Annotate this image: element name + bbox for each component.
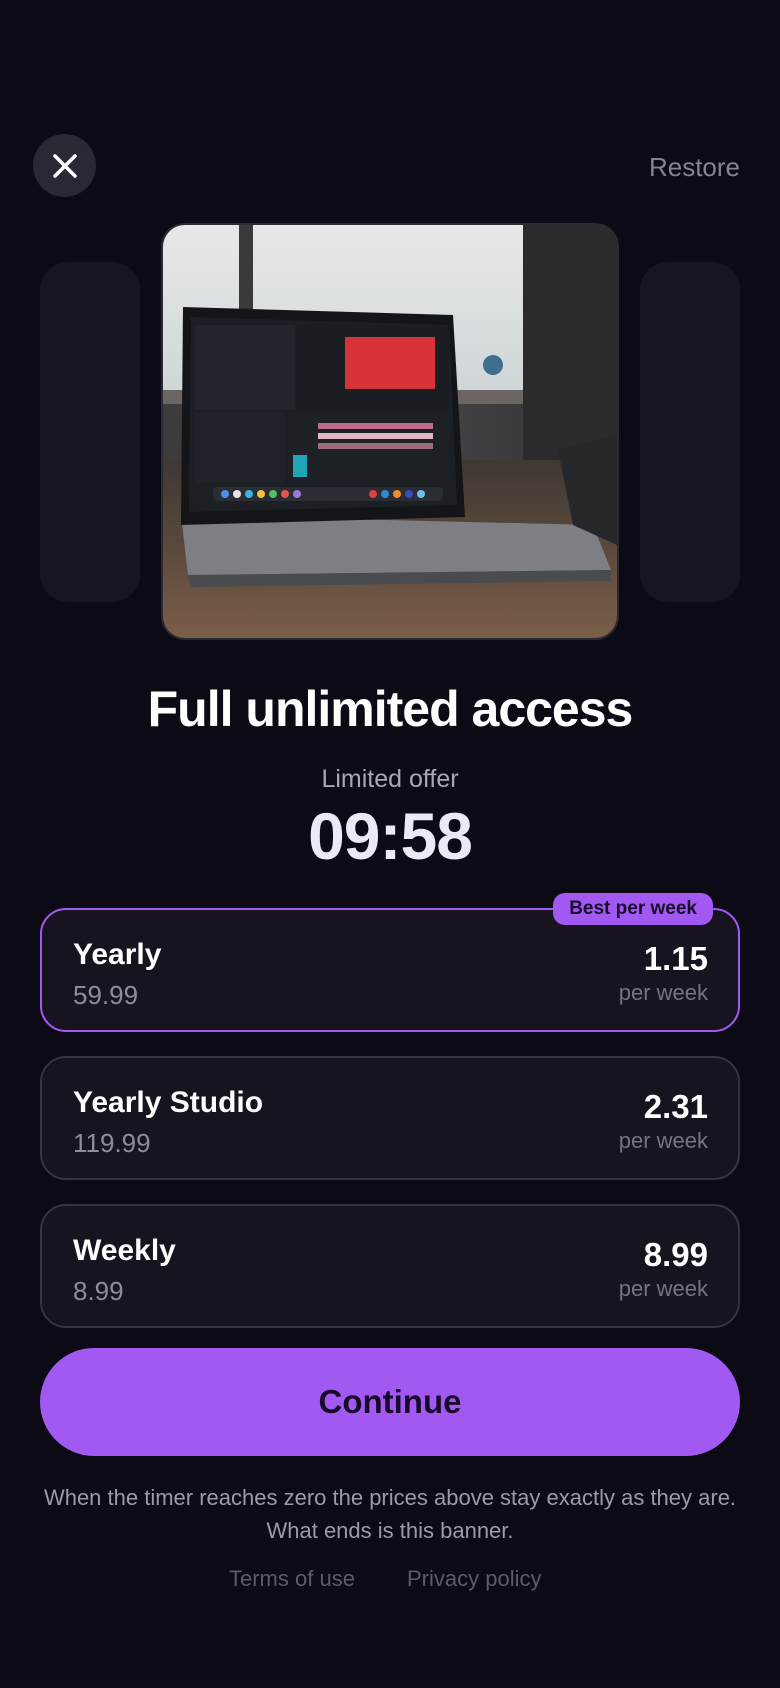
plan-weekly-price: 8.99 bbox=[643, 1236, 708, 1273]
plan-name: Yearly Studio bbox=[73, 1086, 264, 1119]
plan-weekly-price: 2.31 bbox=[643, 1088, 708, 1125]
continue-button[interactable]: Continue bbox=[40, 1348, 740, 1456]
carousel-card-right[interactable] bbox=[640, 262, 740, 602]
privacy-link[interactable]: Privacy policy bbox=[407, 1566, 541, 1592]
plan-price-unit: per week bbox=[618, 980, 708, 1005]
plan-price-unit: per week bbox=[618, 1128, 708, 1153]
plan-option-yearly-studio[interactable]: Yearly Studio 119.99 2.31 per week bbox=[40, 1056, 740, 1180]
carousel-card-left[interactable] bbox=[40, 262, 140, 602]
close-icon bbox=[52, 153, 77, 178]
countdown-timer: 09:58 bbox=[308, 799, 473, 873]
terms-link[interactable]: Terms of use bbox=[229, 1566, 355, 1592]
plan-weekly-price: 1.15 bbox=[643, 940, 708, 977]
plan-option-weekly[interactable]: Weekly 8.99 8.99 per week bbox=[40, 1204, 740, 1328]
plan-total-price: 119.99 bbox=[73, 1128, 151, 1158]
restore-link[interactable]: Restore bbox=[649, 151, 740, 183]
plan-total-price: 8.99 bbox=[73, 1276, 124, 1306]
plan-price-unit: per week bbox=[618, 1276, 708, 1301]
best-value-badge: Best per week bbox=[553, 893, 713, 925]
page-title: Full unlimited access bbox=[147, 681, 634, 737]
disclaimer-text: When the timer reaches zero the prices a… bbox=[43, 1485, 737, 1543]
close-button[interactable] bbox=[33, 134, 96, 197]
plan-name: Weekly bbox=[73, 1234, 176, 1267]
hero-image bbox=[161, 223, 619, 640]
plan-total-price: 59.99 bbox=[73, 980, 139, 1010]
plan-name: Yearly bbox=[73, 938, 162, 971]
plan-option-yearly[interactable]: Best per week Yearly 59.99 1.15 per week bbox=[40, 893, 740, 1032]
offer-label: Limited offer bbox=[321, 765, 459, 793]
